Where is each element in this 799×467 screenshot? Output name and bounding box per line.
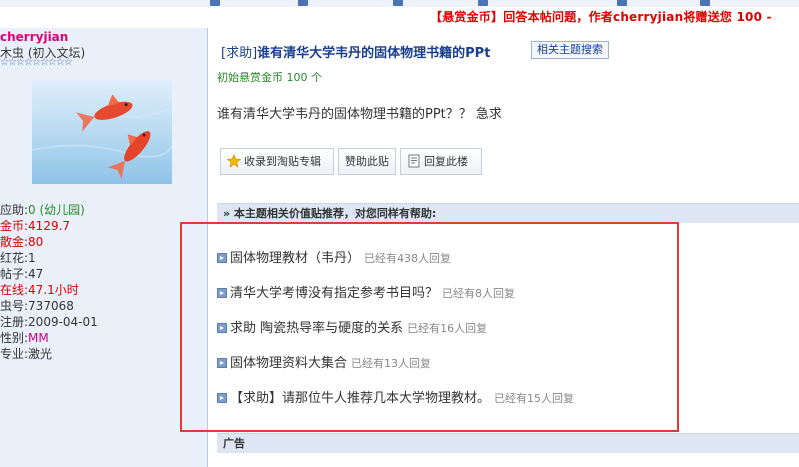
recommend-title[interactable]: 固体物理教材（韦丹）: [230, 251, 360, 266]
reply-count: 已经有16人回复: [407, 322, 488, 335]
stat-flowers: 红花:1: [0, 251, 36, 265]
nav-icon: [210, 0, 220, 6]
stat-gender: 性别:MM: [0, 331, 49, 345]
bounty-notice[interactable]: 【悬赏金币】回答本帖问题，作者cherryjian将赠送您 100 -: [430, 8, 772, 25]
sponsor-button[interactable]: 赞助此贴: [338, 148, 396, 175]
collect-label: 收录到淘贴专辑: [244, 155, 321, 168]
recommend-header: » 本主题相关价值贴推荐，对您同样有帮助:: [217, 203, 799, 223]
ad-header: 广告: [217, 433, 799, 453]
thread-title: [求助]谁有清华大学韦丹的固体物理书籍的PPt: [221, 42, 490, 61]
reply-count: 已经有13人回复: [351, 357, 432, 370]
post-body: 谁有清华大学韦丹的固体物理书籍的PPt？？ 急求: [217, 107, 502, 122]
recommend-title[interactable]: 【求助】请那位牛人推荐几本大学物理教材。: [230, 391, 490, 406]
nav-icon: [617, 0, 627, 6]
avatar[interactable]: [32, 80, 172, 184]
thread-title-text: 谁有清华大学韦丹的固体物理书籍的PPt: [257, 46, 491, 61]
collect-button[interactable]: 收录到淘贴专辑: [220, 148, 334, 175]
recommend-title[interactable]: 清华大学考博没有指定参考书目吗？: [230, 286, 438, 301]
stat-gold: 金币:4129.7: [0, 219, 71, 233]
reply-count: 已经有438人回复: [364, 252, 452, 265]
top-nav-strip: [0, 0, 799, 7]
reply-label: 回复此楼: [424, 155, 468, 168]
document-icon: [407, 152, 421, 168]
rank-stars: ☆☆☆☆☆☆☆☆☆: [0, 57, 73, 68]
star-icon: [226, 152, 242, 168]
stat-user-id: 虫号:737068: [0, 299, 74, 313]
nav-icon: [700, 0, 710, 6]
initial-reward: 初始悬赏金币 100 个: [217, 71, 322, 84]
nav-icon: [298, 0, 308, 6]
recommend-title[interactable]: 固体物理资料大集合: [230, 356, 347, 371]
stat-registered: 注册:2009-04-01: [0, 315, 98, 329]
nav-icon: [393, 0, 403, 6]
arrow-bullet-icon: [217, 288, 227, 298]
stat-scattered-gold: 散金:80: [0, 235, 44, 249]
nav-icon: [478, 0, 488, 6]
user-panel: cherryjian 木虫 (初入文坛) ☆☆☆☆☆☆☆☆☆ 应助:0 (幼儿园…: [0, 28, 208, 467]
arrow-bullet-icon: [217, 393, 227, 403]
list-item[interactable]: 固体物理资料大集合 已经有13人回复: [217, 352, 431, 371]
thread-tag[interactable]: [求助]: [221, 46, 257, 61]
list-item[interactable]: 固体物理教材（韦丹） 已经有438人回复: [217, 247, 451, 266]
reply-button[interactable]: 回复此楼: [400, 148, 482, 175]
stat-major: 专业:激光: [0, 347, 53, 361]
list-item[interactable]: 求助 陶瓷热导率与硬度的关系 已经有16人回复: [217, 317, 487, 336]
reply-count: 已经有15人回复: [494, 392, 575, 405]
arrow-bullet-icon: [217, 358, 227, 368]
sponsor-label: 赞助此贴: [345, 155, 389, 168]
arrow-bullet-icon: [217, 323, 227, 333]
reply-count: 已经有8人回复: [442, 287, 516, 300]
stat-posts: 帖子:47: [0, 267, 44, 281]
username[interactable]: cherryjian: [0, 30, 68, 44]
list-item[interactable]: 清华大学考博没有指定参考书目吗？ 已经有8人回复: [217, 282, 515, 301]
goldfish-image: [32, 94, 172, 179]
recommend-title[interactable]: 求助 陶瓷热导率与硬度的关系: [230, 321, 403, 336]
post-content: [求助]谁有清华大学韦丹的固体物理书籍的PPt 相关主题搜索 初始悬赏金币 10…: [209, 28, 799, 467]
stat-online: 在线:47.1小时: [0, 283, 79, 297]
arrow-bullet-icon: [217, 253, 227, 263]
related-search-button[interactable]: 相关主题搜索: [531, 41, 609, 59]
stat-help: 应助:0 (幼儿园): [0, 203, 85, 217]
list-item[interactable]: 【求助】请那位牛人推荐几本大学物理教材。 已经有15人回复: [217, 387, 574, 406]
